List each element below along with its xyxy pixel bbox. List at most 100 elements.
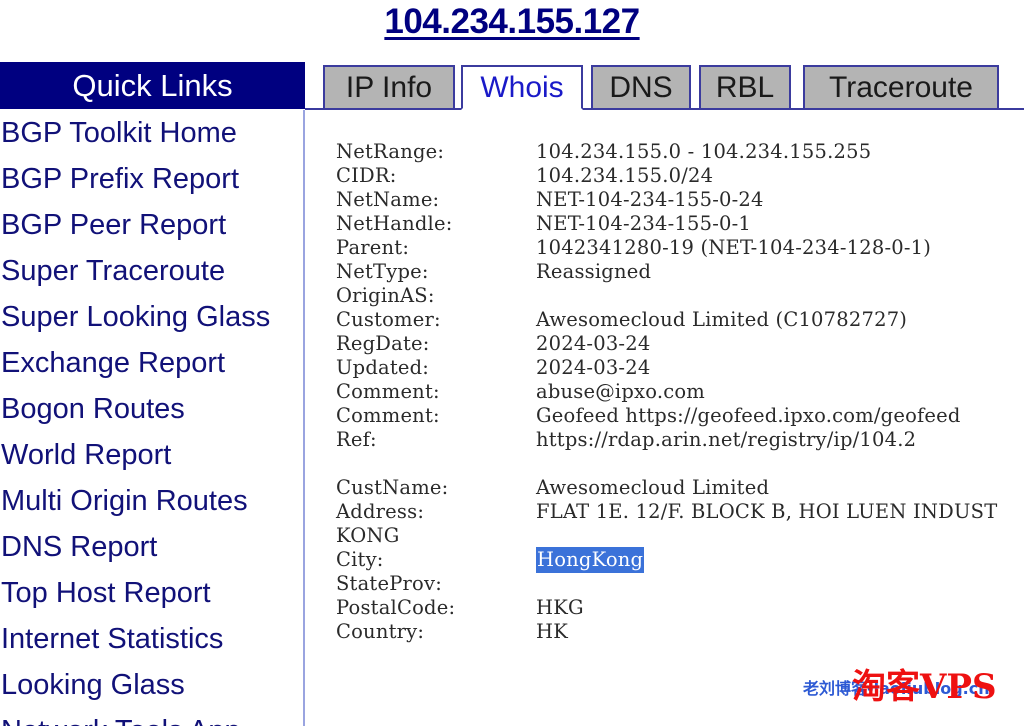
sidebar-item-bgp-prefix-report[interactable]: BGP Prefix Report — [0, 156, 303, 202]
whois-field-label: StateProv: — [336, 572, 442, 595]
list-item: DNS Report — [0, 524, 303, 570]
sidebar-item-bgp-toolkit-home[interactable]: BGP Toolkit Home — [0, 110, 303, 156]
whois-line: RegDate: 2024-03-24 — [336, 332, 1024, 356]
whois-field-value: 104.234.155.0/24 — [536, 164, 714, 187]
whois-line: KONG — [336, 524, 1024, 548]
sidebar-item-bgp-peer-report[interactable]: BGP Peer Report — [0, 202, 303, 248]
whois-output: NetRange: 104.234.155.0 - 104.234.155.255… — [307, 110, 1024, 644]
whois-field-label: PostalCode: — [336, 596, 456, 619]
whois-field-value: 2024-03-24 — [536, 332, 651, 355]
whois-field-label: CustName: — [336, 476, 449, 499]
sidebar-item-network-tools-app[interactable]: Network Tools App — [0, 708, 303, 726]
whois-field-value: 1042341280-19 (NET-104-234-128-0-1) — [536, 236, 932, 259]
whois-field-label: Ref: — [336, 428, 377, 451]
whois-field-value: Awesomecloud Limited — [536, 476, 770, 499]
list-item: Looking Glass — [0, 662, 303, 708]
sidebar-item-dns-report[interactable]: DNS Report — [0, 524, 303, 570]
list-item: Exchange Report — [0, 340, 303, 386]
list-item: Multi Origin Routes — [0, 478, 303, 524]
whois-blank-line — [336, 452, 1024, 476]
whois-line: Address: FLAT 1E. 12/F. BLOCK B, HOI LUEN… — [336, 500, 1024, 524]
whois-field-label: City: — [336, 548, 384, 571]
list-item: BGP Prefix Report — [0, 156, 303, 202]
sidebar-item-bogon-routes[interactable]: Bogon Routes — [0, 386, 303, 432]
list-item: Bogon Routes — [0, 386, 303, 432]
list-item: Network Tools App — [0, 708, 303, 726]
tab-whois[interactable]: Whois — [461, 65, 583, 110]
list-item: World Report — [0, 432, 303, 478]
whois-field-value: NET-104-234-155-0-24 — [536, 188, 764, 211]
sidebar-item-super-looking-glass[interactable]: Super Looking Glass — [0, 294, 303, 340]
whois-line: Comment: Geofeed https://geofeed.ipxo.com… — [336, 404, 1024, 428]
sidebar: BGP Toolkit Home BGP Prefix Report BGP Pee… — [0, 110, 305, 726]
whois-continuation-text: KONG — [336, 524, 400, 547]
whois-line: Comment: abuse@ipxo.com — [336, 380, 1024, 404]
whois-field-label: Comment: — [336, 380, 440, 403]
sidebar-item-multi-origin-routes[interactable]: Multi Origin Routes — [0, 478, 303, 524]
sidebar-item-top-host-report[interactable]: Top Host Report — [0, 570, 303, 616]
whois-field-label: NetRange: — [336, 140, 445, 163]
whois-field-label: NetName: — [336, 188, 440, 211]
whois-field-label: Address: — [336, 500, 425, 523]
list-item: Super Traceroute — [0, 248, 303, 294]
whois-line: Ref: https://rdap.arin.net/registry/ip/10… — [336, 428, 1024, 452]
whois-field-value: FLAT 1E. 12/F. BLOCK B, HOI LUEN INDUST — [536, 500, 998, 523]
whois-field-value: Geofeed https://geofeed.ipxo.com/geofeed — [536, 404, 961, 427]
whois-line: NetType: Reassigned — [336, 260, 1024, 284]
whois-field-label: NetHandle: — [336, 212, 453, 235]
list-item: Top Host Report — [0, 570, 303, 616]
whois-field-label: Country: — [336, 620, 425, 643]
list-item: BGP Peer Report — [0, 202, 303, 248]
sidebar-item-super-traceroute[interactable]: Super Traceroute — [0, 248, 303, 294]
whois-field-value: 2024-03-24 — [536, 356, 651, 379]
whois-field-value: https://rdap.arin.net/registry/ip/104.2 — [536, 428, 917, 451]
whois-line: NetHandle: NET-104-234-155-0-1 — [336, 212, 1024, 236]
whois-line: CustName: Awesomecloud Limited — [336, 476, 1024, 500]
tab-bar: IP Info Whois DNS RBL Traceroute — [305, 62, 1024, 110]
whois-field-value: 104.234.155.0 - 104.234.155.255 — [536, 140, 872, 163]
whois-field-value: HK — [536, 620, 568, 643]
sidebar-item-internet-statistics[interactable]: Internet Statistics — [0, 616, 303, 662]
page-title-container: 104.234.155.127 — [0, 0, 1024, 58]
whois-line: City: HongKong — [336, 547, 1024, 573]
tab-rbl[interactable]: RBL — [699, 65, 791, 110]
whois-field-value-selected: HongKong — [536, 547, 645, 573]
whois-field-label: CIDR: — [336, 164, 397, 187]
page-root: 104.234.155.127 Quick Links BGP Toolkit … — [0, 0, 1024, 726]
whois-field-label: OriginAS: — [336, 284, 435, 307]
page-title: 104.234.155.127 — [384, 2, 640, 41]
whois-line: NetName: NET-104-234-155-0-24 — [336, 188, 1024, 212]
sidebar-item-world-report[interactable]: World Report — [0, 432, 303, 478]
whois-field-label: NetType: — [336, 260, 429, 283]
whois-line: Customer: Awesomecloud Limited (C10782727… — [336, 308, 1024, 332]
sidebar-list: BGP Toolkit Home BGP Prefix Report BGP Pee… — [0, 110, 303, 726]
tab-traceroute[interactable]: Traceroute — [803, 65, 999, 110]
whois-field-label: Comment: — [336, 404, 440, 427]
whois-field-label: RegDate: — [336, 332, 430, 355]
sidebar-item-looking-glass[interactable]: Looking Glass — [0, 662, 303, 708]
list-item: Internet Statistics — [0, 616, 303, 662]
whois-line: PostalCode: HKG — [336, 596, 1024, 620]
whois-line: OriginAS: — [336, 284, 1024, 308]
quick-links-header: Quick Links — [0, 62, 305, 109]
whois-field-value: abuse@ipxo.com — [536, 380, 705, 403]
whois-field-value: Reassigned — [536, 260, 652, 283]
whois-line: NetRange: 104.234.155.0 - 104.234.155.255 — [336, 140, 1024, 164]
whois-content-panel[interactable]: NetRange: 104.234.155.0 - 104.234.155.255… — [307, 110, 1024, 726]
whois-line: Country: HK — [336, 620, 1024, 644]
sidebar-item-exchange-report[interactable]: Exchange Report — [0, 340, 303, 386]
whois-field-label: Customer: — [336, 308, 441, 331]
tab-dns[interactable]: DNS — [591, 65, 691, 110]
whois-line: Parent: 1042341280-19 (NET-104-234-128-0-… — [336, 236, 1024, 260]
whois-field-value: HKG — [536, 596, 584, 619]
whois-line: Updated: 2024-03-24 — [336, 356, 1024, 380]
whois-line: StateProv: — [336, 572, 1024, 596]
whois-field-value: NET-104-234-155-0-1 — [536, 212, 752, 235]
whois-field-label: Parent: — [336, 236, 410, 259]
list-item: BGP Toolkit Home — [0, 110, 303, 156]
whois-line: CIDR: 104.234.155.0/24 — [336, 164, 1024, 188]
tab-ip-info[interactable]: IP Info — [323, 65, 455, 110]
whois-field-label: Updated: — [336, 356, 430, 379]
whois-field-value: Awesomecloud Limited (C10782727) — [536, 308, 908, 331]
list-item: Super Looking Glass — [0, 294, 303, 340]
